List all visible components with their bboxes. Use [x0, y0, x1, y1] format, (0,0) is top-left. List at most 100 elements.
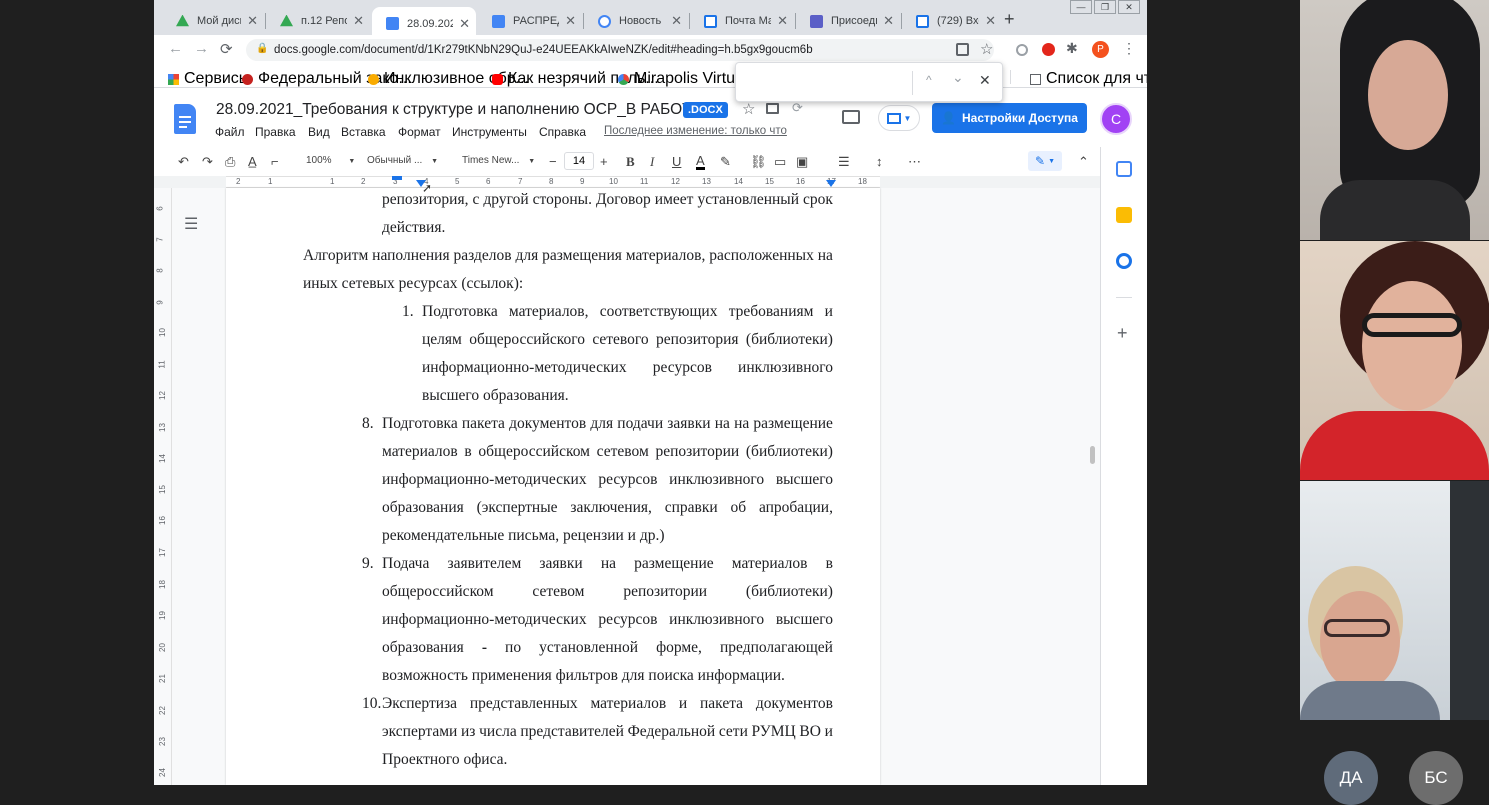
find-close-button[interactable]: ✕ — [979, 72, 991, 89]
italic-button[interactable]: I — [650, 154, 654, 170]
tab-close-icon[interactable]: ✕ — [459, 16, 470, 32]
new-tab-button[interactable]: + — [1004, 9, 1015, 30]
increase-font-size-button[interactable]: + — [600, 154, 608, 169]
align-left-icon[interactable]: ☰ — [838, 154, 850, 170]
tab-inbox[interactable]: (729) Входя ✕ — [902, 7, 1002, 35]
document-title[interactable]: 28.09.2021_Требования к структуре и напо… — [216, 101, 702, 119]
menu-view[interactable]: Вид — [308, 125, 330, 139]
glasses-shape — [1324, 619, 1390, 637]
add-addon-icon[interactable]: + — [1117, 323, 1128, 344]
bookmark-apps[interactable]: Сервисы — [168, 70, 250, 88]
participant-initials-avatar[interactable]: ДА — [1324, 751, 1378, 805]
tab-news[interactable]: Новость ✕ — [584, 7, 688, 35]
doc-word: документов — [509, 415, 587, 432]
browser-menu-icon[interactable]: ⋮ — [1122, 40, 1136, 57]
tab-close-icon[interactable]: ✕ — [565, 13, 576, 29]
extension-icon[interactable] — [1016, 44, 1028, 56]
restore-button[interactable]: ❐ — [1094, 0, 1116, 14]
tab-close-icon[interactable]: ✕ — [247, 13, 258, 29]
participant-video-1[interactable] — [1300, 0, 1489, 240]
tab-join-meeting[interactable]: Присоеди ✕ — [796, 7, 900, 35]
paint-format-icon[interactable]: ⌐ — [271, 154, 279, 169]
insert-image-icon[interactable]: ▣ — [796, 154, 808, 170]
opera-extension-icon[interactable] — [1042, 43, 1055, 56]
find-prev-button[interactable]: ^ — [926, 73, 932, 87]
tab-close-icon[interactable]: ✕ — [985, 13, 996, 29]
menu-tools[interactable]: Инструменты — [452, 125, 527, 139]
reload-button[interactable]: ⟳ — [220, 40, 233, 58]
scrollbar-thumb[interactable] — [1090, 446, 1095, 464]
document-outline-icon[interactable]: ☰ — [184, 214, 198, 234]
url-input[interactable]: 🔒 docs.google.com/document/d/1Kr279tKNbN… — [246, 39, 994, 61]
tab-raspred[interactable]: РАСПРЕДЕ ✕ — [478, 7, 582, 35]
tab-my-drive[interactable]: Мой диск - ✕ — [162, 7, 264, 35]
editing-mode-button[interactable]: ✎ ▼ — [1028, 151, 1062, 171]
menu-file[interactable]: Файл — [215, 125, 245, 139]
text-color-button[interactable]: A — [696, 154, 705, 170]
print-icon[interactable]: ⎙ — [225, 154, 235, 170]
doc-line: информационно-методических ресурсов инклюз… — [382, 611, 833, 629]
menu-insert[interactable]: Вставка — [341, 125, 386, 139]
google-docs-logo[interactable] — [174, 104, 196, 134]
find-input[interactable] — [744, 71, 910, 93]
participant-initials-avatar[interactable]: БС — [1409, 751, 1463, 805]
collapse-menus-icon[interactable]: ⌃ — [1078, 154, 1089, 170]
more-options-button[interactable]: ⋯ — [908, 154, 921, 170]
undo-icon[interactable]: ↶ — [178, 154, 189, 170]
line-spacing-icon[interactable]: ↕ — [876, 154, 883, 169]
bold-button[interactable]: B — [626, 154, 635, 170]
minimize-button[interactable]: — — [1070, 0, 1092, 14]
participant-video-2[interactable] — [1300, 241, 1489, 480]
right-indent-marker[interactable] — [826, 180, 836, 187]
tab-close-icon[interactable]: ✕ — [353, 13, 364, 29]
tab-close-icon[interactable]: ✕ — [777, 13, 788, 29]
menu-edit[interactable]: Правка — [255, 125, 296, 139]
bookmark-star-icon[interactable]: ☆ — [980, 40, 993, 58]
doc-word: материалов — [590, 695, 667, 712]
reading-list-button[interactable]: Список для чтения — [1030, 70, 1147, 88]
menu-help[interactable]: Справка — [539, 125, 586, 139]
forward-button[interactable]: → — [194, 40, 209, 57]
profile-avatar[interactable]: P — [1092, 41, 1109, 58]
close-window-button[interactable]: ✕ — [1118, 0, 1140, 14]
zoom-select[interactable]: 100% ▼ — [306, 155, 355, 166]
doc-word: об — [730, 499, 747, 516]
add-comment-icon[interactable]: ▭ — [774, 154, 786, 170]
share-button[interactable]: 👤 Настройки Доступа — [932, 103, 1087, 133]
tab-close-icon[interactable]: ✕ — [671, 13, 682, 29]
doc-word: расположенных — [709, 247, 814, 264]
docx-badge: .DOCX — [683, 102, 728, 118]
present-button[interactable]: ▼ — [878, 105, 920, 131]
redo-icon[interactable]: ↷ — [202, 154, 213, 170]
user-avatar[interactable]: С — [1100, 103, 1132, 135]
font-select[interactable]: Times New... ▼ — [462, 155, 535, 166]
last-edit-link[interactable]: Последнее изменение: только что — [604, 125, 787, 137]
participant-video-3[interactable] — [1300, 481, 1489, 720]
tab-close-icon[interactable]: ✕ — [883, 13, 894, 29]
puzzle-extensions-icon[interactable]: ✱ — [1066, 40, 1078, 57]
decrease-font-size-button[interactable]: − — [549, 154, 557, 169]
spellcheck-icon[interactable]: A̲ — [248, 154, 257, 169]
find-next-button[interactable]: ⌄ — [952, 69, 964, 86]
link-icon[interactable]: ⛓ — [750, 154, 767, 170]
move-folder-icon[interactable] — [766, 103, 779, 114]
star-icon[interactable]: ☆ — [742, 100, 755, 118]
underline-button[interactable]: U — [672, 154, 681, 169]
calendar-icon[interactable] — [1116, 161, 1132, 177]
style-select[interactable]: Обычный ... ▼ — [367, 155, 438, 166]
font-size-input[interactable]: 14 — [564, 152, 594, 170]
tasks-icon[interactable] — [1116, 253, 1132, 269]
first-line-indent-marker[interactable] — [392, 176, 402, 180]
mail-icon — [704, 14, 717, 28]
tab-mail[interactable]: Почта Ма ✕ — [690, 7, 794, 35]
style-value: Обычный ... — [367, 155, 423, 166]
keep-icon[interactable] — [1116, 207, 1132, 223]
install-app-icon[interactable] — [956, 43, 969, 56]
vruler-tick: 21 — [157, 674, 167, 683]
comments-icon[interactable] — [842, 110, 860, 124]
back-button[interactable]: ← — [168, 40, 183, 57]
tab-repo[interactable]: п.12 Репоз ✕ — [266, 7, 370, 35]
menu-format[interactable]: Формат — [398, 125, 441, 139]
horizontal-ruler[interactable]: 2 1 1 2 3 4 5 6 7 8 9 10 11 12 13 14 15 … — [226, 176, 880, 188]
highlight-icon[interactable]: ✎ — [720, 154, 731, 170]
